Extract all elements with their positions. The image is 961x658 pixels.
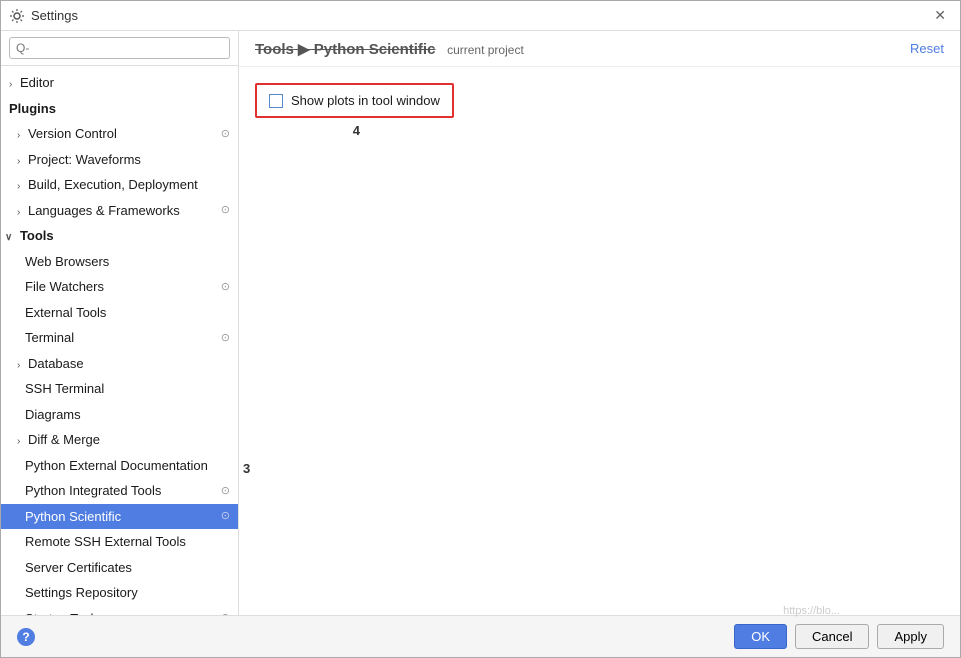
sidebar-item-label: Diff & Merge — [28, 432, 100, 447]
sidebar-item-python-scientific[interactable]: Python Scientific ⊙ — [1, 504, 238, 530]
sidebar-item-label: Version Control — [28, 126, 117, 141]
content-area: › Editor Plugins › Version Control ⊙ — [1, 31, 960, 615]
title-bar: Settings ✕ — [1, 1, 960, 31]
sidebar-item-label: Terminal — [25, 328, 74, 348]
sync-icon: ⊙ — [221, 508, 230, 525]
sidebar-item-python-external-doc[interactable]: Python External Documentation — [1, 453, 238, 479]
sync-icon: ⊙ — [221, 279, 230, 296]
sidebar-item-label: Remote SSH External Tools — [25, 532, 186, 552]
annotation-4: 4 — [353, 123, 360, 138]
sidebar-item-settings-repository[interactable]: Settings Repository — [1, 580, 238, 606]
arrow-icon: ∨ — [5, 232, 12, 243]
sidebar-item-label: Python Scientific — [25, 507, 121, 527]
sidebar-item-label: Web Browsers — [25, 252, 109, 272]
annotation-3: 3 — [243, 461, 250, 476]
ok-button[interactable]: OK — [734, 624, 787, 649]
checkbox-row: Show plots in tool window — [255, 83, 454, 118]
show-plots-section: Show plots in tool window 4 — [255, 83, 454, 118]
sidebar-item-label: Editor — [20, 75, 54, 90]
sidebar-item-label: Server Certificates — [25, 558, 132, 578]
sidebar-item-build-execution[interactable]: › Build, Execution, Deployment — [1, 172, 238, 198]
bottom-bar: ? OK Cancel Apply — [1, 615, 960, 657]
sidebar-item-label: SSH Terminal — [25, 379, 104, 399]
sync-icon: ⊙ — [221, 330, 230, 347]
watermark-url: https://blo... — [783, 605, 840, 617]
sidebar-item-languages-frameworks[interactable]: › Languages & Frameworks ⊙ — [1, 198, 238, 224]
sidebar-item-label: Settings Repository — [25, 583, 138, 603]
sidebar-item-external-tools[interactable]: External Tools — [1, 300, 238, 326]
arrow-icon: › — [17, 181, 20, 192]
sidebar-item-editor[interactable]: › Editor — [1, 70, 238, 96]
sidebar-item-label: Python External Documentation — [25, 456, 208, 476]
sidebar-item-diagrams[interactable]: Diagrams — [1, 402, 238, 428]
reset-button[interactable]: Reset — [910, 41, 944, 56]
sidebar-item-web-browsers[interactable]: Web Browsers — [1, 249, 238, 275]
main-content: Show plots in tool window 4 3 — [239, 67, 960, 615]
sidebar-item-label: External Tools — [25, 303, 106, 323]
main-panel: Tools ▶ Python Scientific current projec… — [239, 31, 960, 615]
title-bar-left: Settings — [9, 8, 78, 24]
arrow-icon: › — [17, 207, 20, 218]
sidebar-item-label: File Watchers — [25, 277, 104, 297]
sidebar-item-project-waveforms[interactable]: › Project: Waveforms — [1, 147, 238, 173]
arrow-icon: › — [17, 360, 20, 371]
sidebar-item-label: Build, Execution, Deployment — [28, 177, 198, 192]
arrow-icon: › — [17, 436, 20, 447]
close-button[interactable]: ✕ — [928, 5, 952, 26]
main-header: Tools ▶ Python Scientific current projec… — [239, 31, 960, 67]
bottom-left: ? — [17, 628, 35, 646]
sidebar: › Editor Plugins › Version Control ⊙ — [1, 31, 239, 615]
sidebar-item-diff-merge[interactable]: › Diff & Merge — [1, 427, 238, 453]
main-title: Tools ▶ Python Scientific — [255, 41, 435, 58]
sidebar-item-version-control[interactable]: › Version Control ⊙ — [1, 121, 238, 147]
sync-icon: ⊙ — [221, 126, 230, 143]
sidebar-item-server-certificates[interactable]: Server Certificates — [1, 555, 238, 581]
arrow-icon: › — [17, 156, 20, 167]
show-plots-checkbox[interactable] — [269, 94, 283, 108]
settings-window-icon — [9, 8, 25, 24]
cancel-button[interactable]: Cancel — [795, 624, 869, 649]
sidebar-item-terminal[interactable]: Terminal ⊙ — [1, 325, 238, 351]
search-input[interactable] — [9, 37, 230, 59]
sidebar-item-database[interactable]: › Database — [1, 351, 238, 377]
settings-window: Settings ✕ › Editor Plugins — [0, 0, 961, 658]
help-button[interactable]: ? — [17, 628, 35, 646]
sidebar-item-label: Plugins — [9, 99, 56, 119]
sidebar-item-tools[interactable]: ∨ Tools — [1, 223, 238, 249]
sidebar-item-label: Project: Waveforms — [28, 152, 141, 167]
sidebar-item-remote-ssh-external[interactable]: Remote SSH External Tools — [1, 529, 238, 555]
sidebar-item-plugins[interactable]: Plugins — [1, 96, 238, 122]
sync-icon: ⊙ — [221, 202, 230, 219]
sidebar-item-file-watchers[interactable]: File Watchers ⊙ — [1, 274, 238, 300]
show-plots-label: Show plots in tool window — [291, 93, 440, 108]
sync-icon: ⊙ — [221, 483, 230, 500]
apply-button[interactable]: Apply — [877, 624, 944, 649]
arrow-icon: › — [9, 79, 12, 90]
sidebar-item-ssh-terminal[interactable]: SSH Terminal — [1, 376, 238, 402]
search-box — [1, 31, 238, 66]
sidebar-item-label: Database — [28, 356, 84, 371]
arrow-icon: › — [17, 130, 20, 141]
sidebar-item-label: Languages & Frameworks — [28, 203, 180, 218]
sidebar-item-label: Diagrams — [25, 405, 81, 425]
sidebar-item-label: Python Integrated Tools — [25, 481, 161, 501]
current-project-label: current project — [447, 43, 524, 57]
nav-tree: › Editor Plugins › Version Control ⊙ — [1, 66, 238, 615]
bottom-right: OK Cancel Apply — [734, 624, 944, 649]
window-title: Settings — [31, 8, 78, 23]
sidebar-item-startup-tasks[interactable]: Startup Tasks ⊙ — [1, 606, 238, 616]
sidebar-item-python-integrated-tools[interactable]: Python Integrated Tools ⊙ — [1, 478, 238, 504]
sidebar-item-label: Tools — [20, 228, 54, 243]
